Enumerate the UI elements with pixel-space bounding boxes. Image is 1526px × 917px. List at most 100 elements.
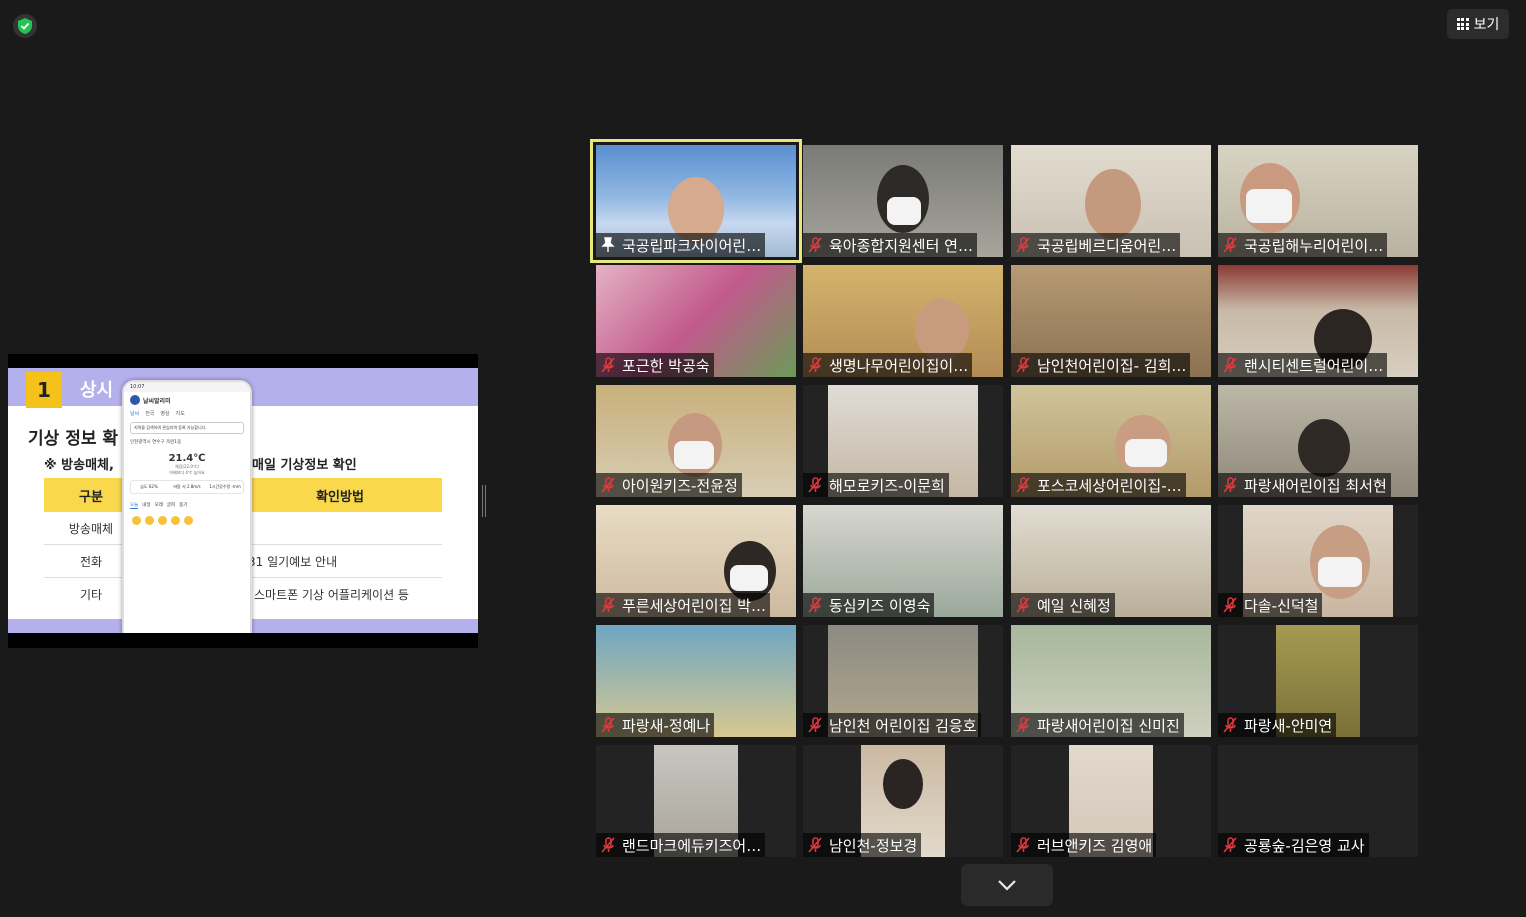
mic-muted-icon (601, 717, 615, 733)
slide-subtitle: 기상 정보 확 (28, 429, 119, 449)
participant-tile[interactable]: 포근한 박공숙 (596, 265, 796, 377)
forecast-tab: 내일 (142, 503, 151, 508)
phone-temperature: 21.4℃ (168, 453, 206, 464)
participant-tile[interactable]: 랜시티센트럴어린이… (1218, 265, 1418, 377)
participant-name-bar: 랜시티센트럴어린이… (1218, 353, 1388, 377)
forecast-tab: 모레 (154, 503, 163, 508)
participant-name-bar: 예일 신혜정 (1011, 593, 1115, 617)
participant-name-bar: 포스코세상어린이집-… (1011, 473, 1186, 497)
mic-muted-icon (1223, 357, 1237, 373)
participant-name: 파랑새-안미연 (1244, 716, 1333, 735)
participant-tile[interactable]: 남인천 어린이집 김응호 (803, 625, 1003, 737)
participant-name-bar: 동심키즈 이영숙 (803, 593, 935, 617)
phone-search-box: 지역을 검색하여 관심지역 등록 가능합니다. (130, 422, 244, 434)
mic-muted-icon (808, 357, 822, 373)
participant-name: 랜드마크에듀키즈어… (622, 836, 762, 855)
participant-name-bar: 다솔-신덕철 (1218, 593, 1323, 617)
sun-icon (184, 516, 193, 525)
face-mask (674, 441, 714, 469)
participant-name: 아이원키즈-전윤정 (622, 476, 738, 495)
phone-tab: 지도 (175, 411, 185, 417)
participant-tile[interactable]: 파랑새-안미연 (1218, 625, 1418, 737)
view-label: 보기 (1473, 17, 1500, 33)
participant-face (883, 759, 923, 809)
participant-tile[interactable]: 공룡숲-김은영 교사 (1218, 745, 1418, 857)
table-cell-method: 31 일기예보 안내 (248, 554, 338, 569)
participant-name-bar: 남인천어린이집- 김희… (1011, 353, 1191, 377)
presentation-slide: 1 상시 기상 정보 확 ※ 방송매체, 매일 기상정보 확인 구분 확인방법 … (8, 368, 478, 633)
participant-name-bar: 아이원키즈-전윤정 (596, 473, 742, 497)
participant-tile[interactable]: 국공립해누리어린이… (1218, 145, 1418, 257)
participant-tile[interactable]: 육아종합지원센터 연… (803, 145, 1003, 257)
phone-weather-icons (124, 513, 250, 528)
participant-tile[interactable]: 푸른세상어린이집 박… (596, 505, 796, 617)
participant-name: 남인천-정보경 (829, 836, 918, 855)
participant-tile[interactable]: 파랑새어린이집 최서현 (1218, 385, 1418, 497)
participant-name: 푸른세상어린이집 박… (622, 596, 766, 615)
participant-tile[interactable]: 생명나무어린이집이… (803, 265, 1003, 377)
phone-stat: 1시간강수량 -mm (209, 484, 241, 489)
mic-muted-icon (808, 477, 822, 493)
grid-view-icon (1456, 18, 1469, 30)
mic-muted-icon (1223, 717, 1237, 733)
pin-icon (601, 237, 615, 252)
participant-tile[interactable]: 동심키즈 이영숙 (803, 505, 1003, 617)
phone-stats: 습도 62% 바람 서 2.8m/s 1시간강수량 -mm (130, 480, 244, 494)
phone-status-bar: 10:07 (124, 382, 250, 392)
participant-face (1298, 419, 1350, 477)
participant-name-bar: 랜드마크에듀키즈어… (596, 833, 766, 857)
participant-name: 랜시티센트럴어린이… (1244, 356, 1384, 375)
participant-name-bar: 남인천-정보경 (803, 833, 922, 857)
forecast-tab: 오늘 (130, 503, 139, 509)
participant-face (1085, 169, 1141, 239)
sun-icon (145, 516, 154, 525)
phone-screenshot: 10:07 날씨알리미 날씨 전국 영상 지도 지역을 검색하여 관심지역 등록… (122, 380, 252, 633)
mic-muted-icon (1223, 837, 1237, 853)
phone-location: 인천광역시 연수구 옥련1동 (130, 440, 182, 445)
phone-tabs: 날씨 전국 영상 지도 (124, 408, 250, 419)
face-mask (1246, 189, 1292, 223)
participant-name: 남인천 어린이집 김응호 (829, 716, 977, 735)
participant-tile[interactable]: 국공립베르디움어린… (1011, 145, 1211, 257)
collapse-toolbar-button[interactable] (961, 864, 1053, 906)
mic-muted-icon (1016, 717, 1030, 733)
participant-tile[interactable]: 랜드마크에듀키즈어… (596, 745, 796, 857)
security-shield-icon[interactable] (13, 14, 37, 38)
participant-name-bar: 국공립파크자이어린… (596, 233, 766, 257)
mic-muted-icon (808, 837, 822, 853)
participant-tile[interactable]: 파랑새어린이집 신미진 (1011, 625, 1211, 737)
participant-name: 포근한 박공숙 (622, 356, 710, 375)
phone-app-name: 날씨알리미 (143, 397, 171, 405)
participant-tile[interactable]: 국공립파크자이어린… (590, 139, 802, 263)
participant-tile[interactable]: 예일 신혜정 (1011, 505, 1211, 617)
mic-muted-icon (1223, 597, 1237, 613)
mic-muted-icon (1016, 837, 1030, 853)
participant-name-bar: 파랑새-안미연 (1218, 713, 1337, 737)
phone-compare: 어제보다 4℃ 높아요 (169, 470, 205, 475)
participant-tile[interactable]: 아이원키즈-전윤정 (596, 385, 796, 497)
mic-muted-icon (601, 597, 615, 613)
participant-name: 포스코세상어린이집-… (1037, 476, 1182, 495)
participant-name-bar: 푸른세상어린이집 박… (596, 593, 770, 617)
participant-tile[interactable]: 러브앤키즈 김영애 (1011, 745, 1211, 857)
mic-muted-icon (601, 357, 615, 373)
participant-tile[interactable]: 파랑새-정예나 (596, 625, 796, 737)
mic-muted-icon (808, 597, 822, 613)
participant-tile[interactable]: 포스코세상어린이집-… (1011, 385, 1211, 497)
participant-name: 국공립해누리어린이… (1244, 236, 1384, 255)
participant-tile[interactable]: 다솔-신덕철 (1218, 505, 1418, 617)
participant-tile[interactable]: 남인천-정보경 (803, 745, 1003, 857)
face-mask (1318, 557, 1362, 587)
mic-muted-icon (601, 837, 615, 853)
slide-title: 상시 (80, 380, 114, 401)
participant-name: 남인천어린이집- 김희… (1037, 356, 1187, 375)
participant-tile[interactable]: 해모로키즈-이문희 (803, 385, 1003, 497)
shared-screen[interactable]: 1 상시 기상 정보 확 ※ 방송매체, 매일 기상정보 확인 구분 확인방법 … (8, 354, 478, 648)
view-button[interactable]: 보기 (1447, 9, 1509, 39)
participant-name-bar: 국공립해누리어린이… (1218, 233, 1388, 257)
participant-tile[interactable]: 남인천어린이집- 김희… (1011, 265, 1211, 377)
phone-tab: 전국 (145, 411, 155, 417)
chevron-down-icon (998, 880, 1016, 891)
face-mask (1125, 439, 1167, 467)
split-resize-handle[interactable] (482, 485, 486, 517)
